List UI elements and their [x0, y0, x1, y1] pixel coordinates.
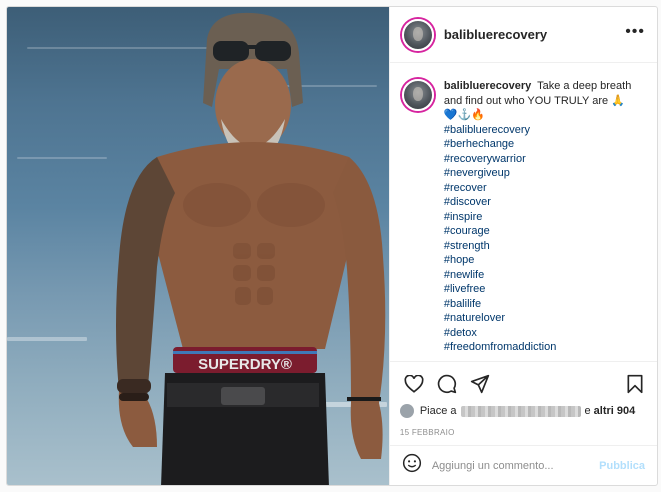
hashtag-link[interactable]: #recover: [444, 181, 645, 196]
hashtag-link[interactable]: #naturelover: [444, 311, 645, 326]
man-silhouette: SUPERDRY®: [116, 12, 386, 485]
waistband-text: SUPERDRY®: [198, 356, 292, 373]
hashtag-link[interactable]: #freedomfromaddiction: [444, 340, 645, 355]
blurred-username: [460, 405, 581, 417]
likes-line: Piace a e altri 904: [399, 402, 649, 420]
caption-body: balibluerecovery Take a deep breath and …: [444, 79, 645, 361]
more-options-icon[interactable]: •••: [625, 23, 645, 46]
hashtag-link[interactable]: #detox: [444, 326, 645, 341]
hashtag-link[interactable]: #recoverywarrior: [444, 152, 645, 167]
emoji-icon[interactable]: [402, 453, 422, 478]
bookmark-icon[interactable]: [621, 370, 649, 398]
instagram-post: SUPERDRY® balibluerecovery ••• balibluer…: [6, 6, 658, 486]
post-photo[interactable]: SUPERDRY®: [7, 7, 389, 485]
comment-box: Pubblica: [389, 445, 657, 485]
hashtag-link[interactable]: #newlife: [444, 268, 645, 283]
publish-button[interactable]: Pubblica: [599, 460, 645, 472]
hashtag-link[interactable]: #discover: [444, 195, 645, 210]
comment-input[interactable]: [431, 459, 600, 472]
caption-avatar[interactable]: [401, 79, 434, 111]
post-date[interactable]: 15 FEBBRAIO: [400, 428, 649, 437]
hashtag-link[interactable]: #balilife: [444, 297, 645, 312]
avatar[interactable]: [401, 18, 434, 51]
hashtag-link[interactable]: #balibluerecovery: [444, 123, 645, 138]
share-icon[interactable]: [466, 370, 494, 398]
hashtag-list: #balibluerecovery #berhechange #recovery…: [444, 123, 645, 355]
hashtag-link[interactable]: #hope: [444, 253, 645, 268]
likes-connector: e: [584, 405, 591, 417]
hashtag-link[interactable]: #inspire: [444, 210, 645, 225]
post-side-panel: balibluerecovery ••• balibluerecovery Ta…: [388, 7, 657, 485]
heart-icon[interactable]: [400, 370, 428, 398]
caption-username[interactable]: balibluerecovery: [444, 80, 531, 92]
hashtag-link[interactable]: #courage: [444, 224, 645, 239]
likes-others-link[interactable]: altri 904: [594, 405, 636, 417]
likes-prefix: Piace a: [419, 405, 457, 417]
post-header: balibluerecovery •••: [389, 7, 657, 63]
post-actions: Piace a e altri 904 15 FEBBRAIO: [389, 361, 657, 445]
hashtag-link[interactable]: #berhechange: [444, 137, 645, 152]
hashtag-link[interactable]: #strength: [444, 239, 645, 254]
hashtag-link[interactable]: #livefree: [444, 282, 645, 297]
comment-icon[interactable]: [433, 370, 461, 398]
hashtag-link[interactable]: #nevergiveup: [444, 166, 645, 181]
caption: balibluerecovery Take a deep breath and …: [390, 63, 657, 361]
post-username[interactable]: balibluerecovery: [444, 27, 625, 42]
caption-emojis: 💙⚓🔥: [443, 109, 485, 121]
action-icons: [400, 368, 649, 400]
liker-avatar: [399, 404, 414, 418]
